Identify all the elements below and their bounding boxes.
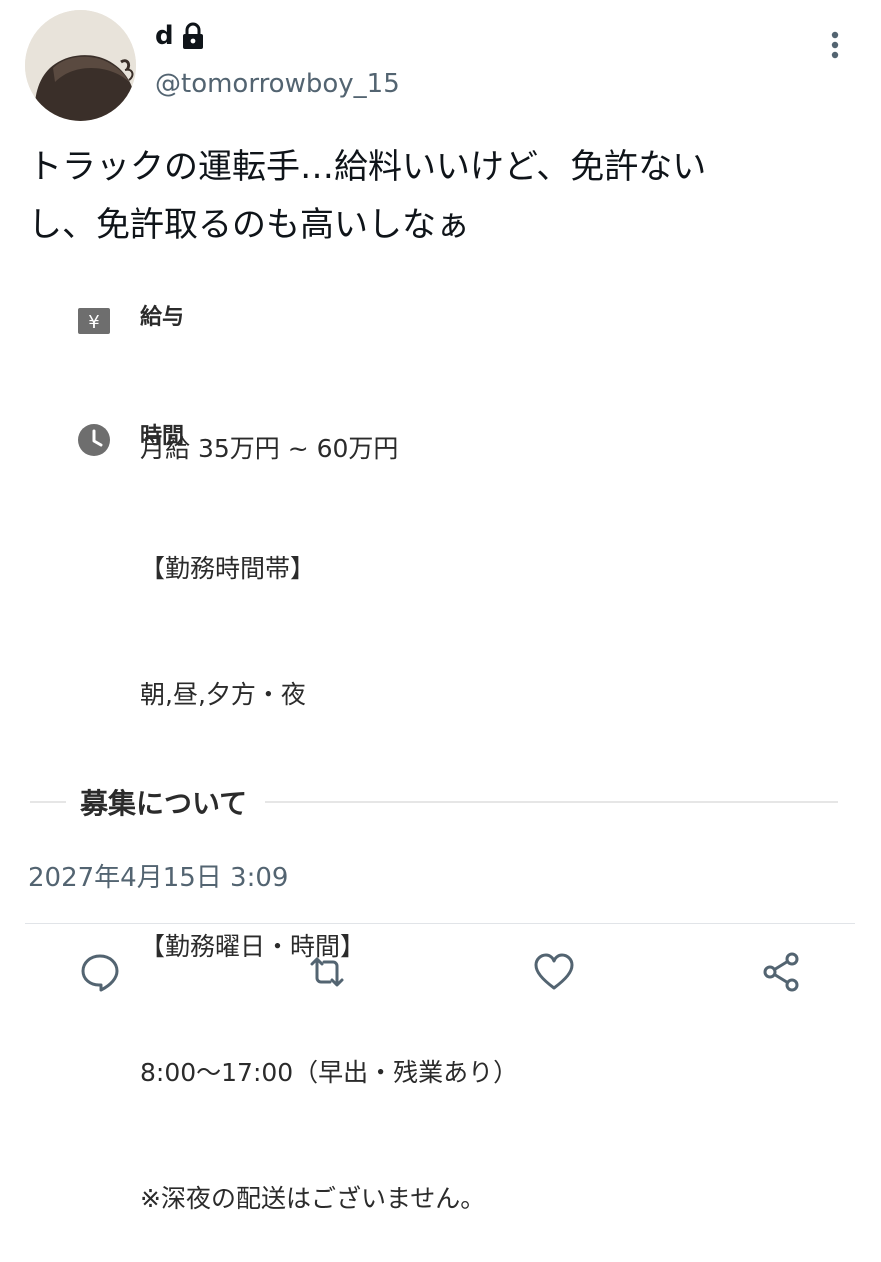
tweet-timestamp[interactable]: 2027年4月15日 3:09: [28, 858, 288, 898]
hours-line: ※深夜の配送はございません。: [140, 1184, 486, 1213]
hours-title: 時間: [140, 424, 185, 449]
recruit-heading: 募集について: [80, 787, 248, 820]
display-name-row[interactable]: d: [155, 18, 206, 54]
tweet-text: トラックの運転手…給料いいけど、免許ない し、免許取るのも高いしなぁ: [28, 138, 818, 254]
divider: [265, 801, 838, 803]
hours-line: 【勤務時間帯】: [140, 554, 316, 583]
tweet-text-line: トラックの運転手…給料いいけど、免許ない: [28, 147, 707, 187]
action-bar-divider: [25, 923, 855, 924]
divider: [30, 801, 66, 803]
user-handle[interactable]: @tomorrowboy_15: [155, 66, 400, 102]
salary-title: 給与: [140, 305, 185, 330]
display-name[interactable]: d: [155, 18, 174, 54]
share-icon[interactable]: [759, 950, 803, 994]
heart-icon[interactable]: [532, 950, 576, 994]
yen-icon: ¥: [78, 308, 110, 334]
hours-line: 朝,昼,夕方・夜: [140, 680, 306, 709]
hours-line: 8:00〜17:00（早出・残業あり）: [140, 1058, 519, 1087]
tweet-text-line: し、免許取るのも高いしなぁ: [28, 205, 470, 245]
more-vertical-icon[interactable]: [820, 28, 850, 62]
avatar[interactable]: [25, 10, 136, 121]
reply-icon[interactable]: [78, 950, 122, 994]
lock-icon: [182, 22, 203, 49]
yen-icon-glyph: ¥: [88, 312, 99, 333]
recruit-heading-row: 募集について: [30, 781, 838, 823]
clock-icon: [78, 424, 110, 456]
retweet-icon[interactable]: [305, 950, 349, 994]
